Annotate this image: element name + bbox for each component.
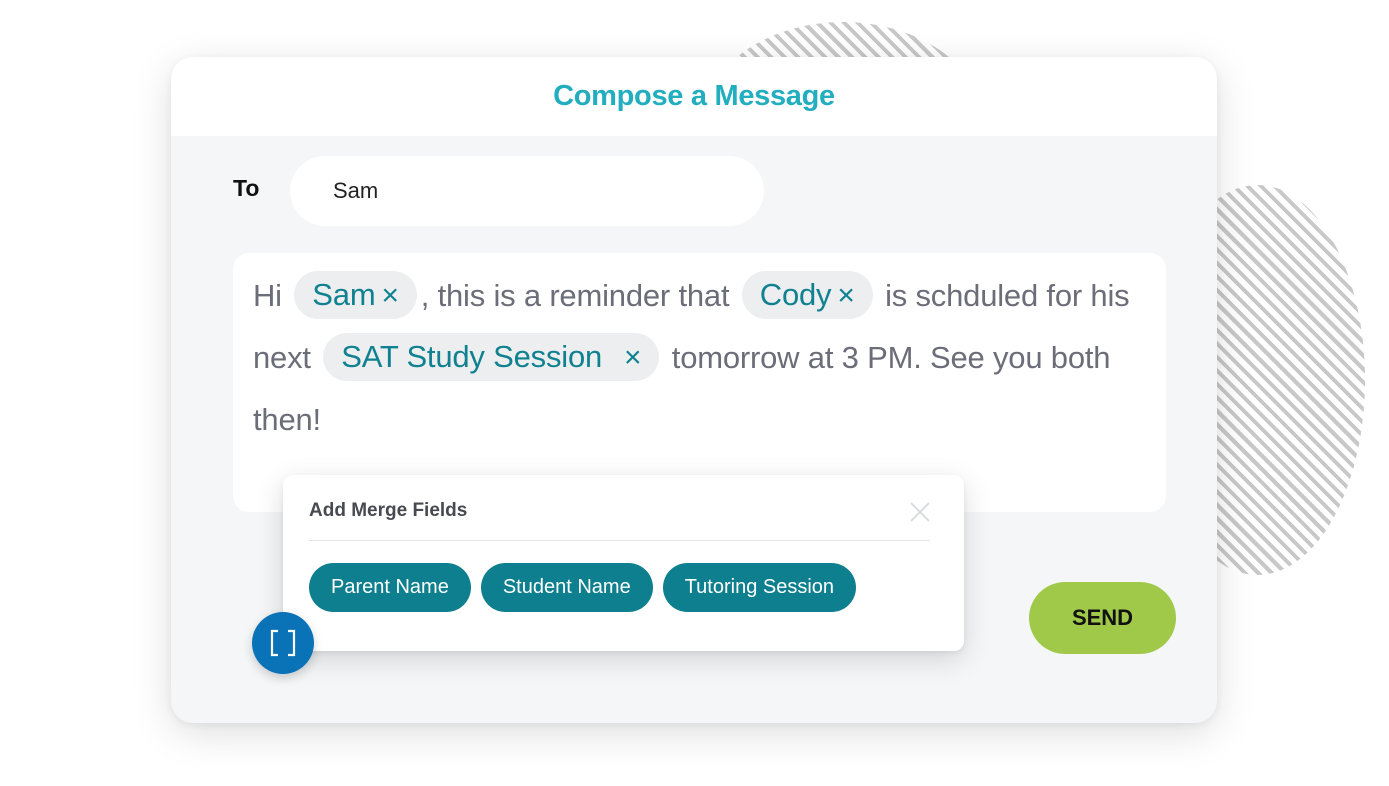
merge-fields-toggle-button[interactable]	[252, 612, 314, 674]
remove-chip-icon[interactable]: ×	[624, 334, 642, 382]
merge-field-list: Parent Name Student Name Tutoring Sessio…	[309, 563, 857, 612]
merge-chip-sam[interactable]: Sam ×	[294, 270, 417, 320]
chip-label: SAT Study Session	[341, 338, 603, 374]
merge-popup-title: Add Merge Fields	[309, 500, 468, 521]
page-title: Compose a Message	[553, 80, 835, 112]
merge-field-student-name[interactable]: Student Name	[480, 563, 653, 612]
compose-card: Compose a Message To Hi Sam×, this is a …	[171, 57, 1217, 723]
remove-chip-icon[interactable]: ×	[381, 272, 399, 320]
divider	[309, 540, 930, 541]
message-editor[interactable]: Hi Sam ×, this is a reminder that Cody × i…	[233, 253, 1166, 512]
to-input[interactable]	[290, 156, 764, 226]
merge-chip-session[interactable]: SAT Study Session ×	[323, 332, 660, 382]
card-header: Compose a Message	[171, 57, 1217, 136]
to-label: To	[233, 175, 260, 201]
remove-chip-icon[interactable]: ×	[837, 272, 855, 320]
chip-label: Sam	[312, 276, 376, 312]
merge-chip-cody[interactable]: Cody ×	[741, 270, 873, 320]
brackets-icon	[270, 629, 296, 657]
merge-field-tutoring-session[interactable]: Tutoring Session	[662, 563, 857, 612]
message-text-segment: Hi	[253, 278, 282, 313]
close-icon[interactable]	[909, 501, 931, 523]
send-button[interactable]: SEND	[1029, 582, 1176, 654]
message-text-segment: , this is a reminder that	[420, 278, 730, 313]
merge-field-parent-name[interactable]: Parent Name	[309, 563, 471, 612]
message-body[interactable]: Hi Sam ×, this is a reminder that Cody × i…	[253, 265, 1146, 451]
chip-label: Cody	[759, 276, 832, 312]
merge-fields-popup: Add Merge Fields Parent Name Student Nam…	[283, 475, 964, 651]
stage: Compose a Message To Hi Sam×, this is a …	[0, 0, 1389, 786]
